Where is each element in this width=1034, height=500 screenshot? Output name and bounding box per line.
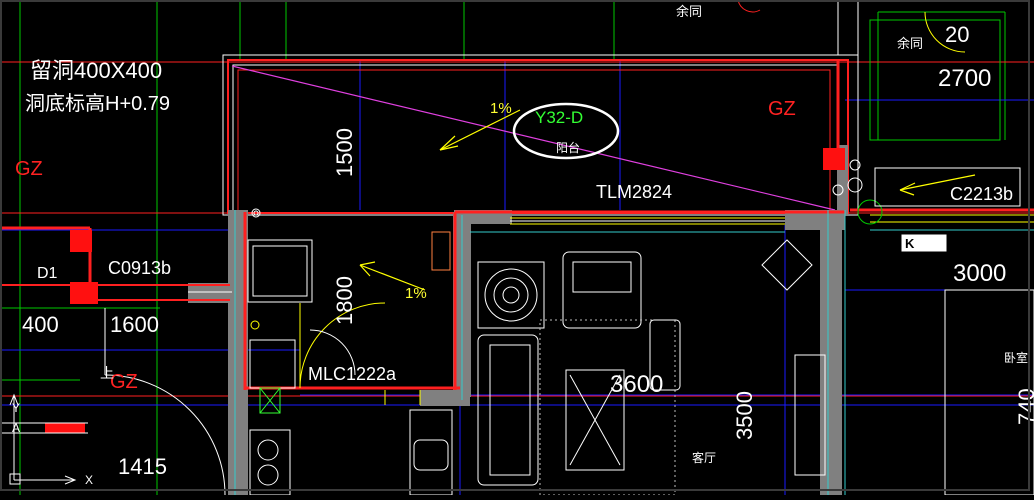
text-labels: 留洞400X400 洞底标高H+0.79 GZ GZ GZ D1 C0913b … [12, 4, 1034, 487]
dim-20: 20 [945, 22, 969, 47]
label-bedroom: 卧室 [1004, 350, 1028, 365]
slope-top: 1% [490, 100, 512, 117]
dim-1500: 1500 [332, 128, 357, 177]
gz-right: GZ [768, 98, 796, 120]
dim-1600: 1600 [110, 312, 159, 337]
dim-3600: 3600 [610, 371, 663, 398]
furniture [247, 0, 1034, 496]
label-shang: 上 [100, 365, 114, 381]
label-d1: D1 [37, 265, 58, 282]
label-c0913b: C0913b [108, 258, 171, 278]
label-c2213b: C2213b [950, 184, 1013, 204]
axis-x-label: X [85, 473, 93, 487]
dim-3000: 3000 [953, 260, 1006, 287]
slope-mid: 1% [405, 285, 427, 302]
label-living-room: 客厅 [692, 450, 716, 465]
floor-plan-drawing: 留洞400X400 洞底标高H+0.79 GZ GZ GZ D1 C0913b … [0, 0, 1034, 496]
cad-viewport[interactable]: 留洞400X400 洞底标高H+0.79 GZ GZ GZ D1 C0913b … [0, 0, 1034, 496]
dim-400: 400 [22, 312, 59, 337]
label-same-top: 余同 [676, 4, 702, 19]
label-balcony: 阳台 [556, 140, 580, 155]
label-mlc1222a: MLC1222a [308, 364, 397, 384]
k-mark: K [905, 236, 915, 251]
gz-bottom: GZ [110, 371, 138, 393]
opening-elevation: 洞底标高H+0.79 [25, 92, 170, 115]
axis-a-label: A [12, 421, 20, 435]
gz-left: GZ [15, 158, 43, 180]
opening-note: 留洞400X400 [30, 58, 162, 83]
dim-partial: 740 [1014, 388, 1034, 425]
label-tlm2824: TLM2824 [596, 182, 672, 202]
label-y32d: Y32-D [535, 108, 583, 127]
axis-y-label: Y [12, 401, 20, 415]
dim-2700: 2700 [938, 65, 991, 92]
dim-1415: 1415 [118, 454, 167, 479]
dim-3500: 3500 [732, 391, 757, 440]
label-same-right: 余同 [897, 36, 923, 51]
dim-1800: 1800 [332, 276, 357, 325]
